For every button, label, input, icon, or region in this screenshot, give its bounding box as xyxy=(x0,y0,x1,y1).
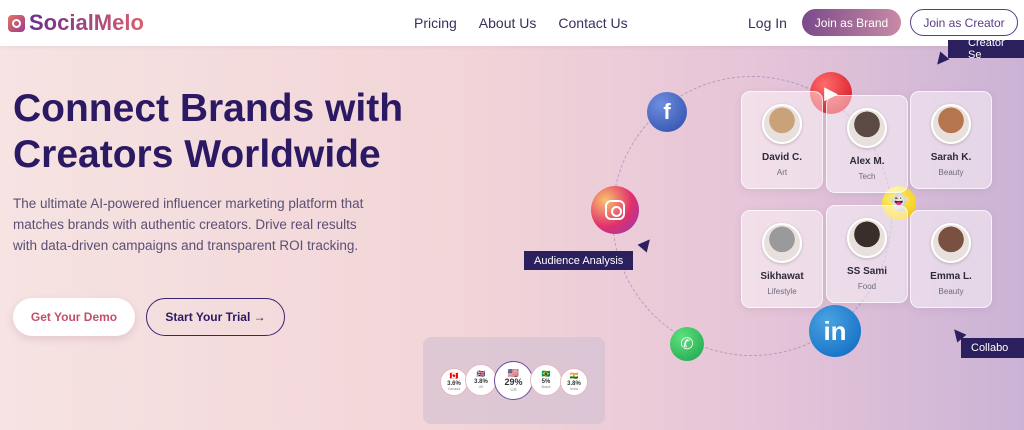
avatar xyxy=(847,108,887,148)
nav-links: Pricing About Us Contact Us xyxy=(414,15,628,31)
creator-card[interactable]: Sarah K. Beauty xyxy=(910,91,992,189)
flag-icon: 🇬🇧 xyxy=(476,371,486,378)
avatar xyxy=(762,104,802,144)
avatar xyxy=(931,223,971,263)
hero-description: The ultimate AI-powered influencer marke… xyxy=(13,196,364,253)
login-link[interactable]: Log In xyxy=(748,15,787,31)
collaboration-tag: Collabo xyxy=(961,338,1024,358)
get-demo-button[interactable]: Get Your Demo xyxy=(13,298,135,336)
creator-name: SS Sami xyxy=(846,266,888,277)
country-stat: 🇮🇳 3.8% India xyxy=(560,368,588,396)
flag-icon: 🇮🇳 xyxy=(569,373,579,380)
country-label: UK xyxy=(478,385,484,389)
avatar xyxy=(762,223,802,263)
creator-card[interactable]: David C. Art xyxy=(741,91,823,189)
flag-icon: 🇺🇸 xyxy=(507,368,520,378)
avatar xyxy=(847,218,887,258)
country-percent: 29% xyxy=(504,377,523,387)
creator-search-tag: Creator Se xyxy=(948,37,1024,61)
hero-title: Connect Brands with Creators Worldwide xyxy=(13,87,404,176)
audience-analysis-tag: Audience Analysis xyxy=(524,251,634,270)
creator-name: Alex M. xyxy=(849,156,885,167)
creator-name: Sikhawat xyxy=(760,271,804,282)
creator-category: Lifestyle xyxy=(767,287,797,296)
creator-card[interactable]: Alex M. Tech xyxy=(826,95,908,193)
country-stat: 🇨🇦 3.6% Canada xyxy=(440,368,468,396)
country-label: India xyxy=(570,387,578,391)
nav-link-pricing[interactable]: Pricing xyxy=(414,15,457,31)
nav-link-contact[interactable]: Contact Us xyxy=(558,15,627,31)
country-stat: 🇬🇧 3.8% UK xyxy=(465,364,497,396)
creator-card[interactable]: SS Sami Food xyxy=(826,205,908,303)
creator-category: Beauty xyxy=(938,168,964,177)
linkedin-icon: in xyxy=(809,305,861,357)
creator-name: Sarah K. xyxy=(930,152,972,163)
join-brand-button[interactable]: Join as Brand xyxy=(802,9,901,36)
join-creator-button[interactable]: Join as Creator xyxy=(910,9,1018,36)
creator-card[interactable]: Sikhawat Lifestyle xyxy=(741,210,823,308)
avatar xyxy=(931,104,971,144)
creator-category: Beauty xyxy=(938,287,964,296)
country-label: Canada xyxy=(447,387,461,391)
country-label: Brazil xyxy=(541,385,551,389)
creator-name: Emma L. xyxy=(930,271,972,282)
pointer-arrow-icon xyxy=(932,51,950,69)
creator-category: Tech xyxy=(858,172,876,181)
logo-text: SocialMelo xyxy=(29,10,144,35)
creator-name: David C. xyxy=(761,152,802,163)
creator-category: Art xyxy=(776,168,788,177)
logo[interactable]: SocialMelo xyxy=(8,10,144,36)
country-label: US xyxy=(510,387,517,392)
flag-icon: 🇨🇦 xyxy=(449,373,459,380)
creator-category: Food xyxy=(857,282,877,291)
whatsapp-icon: ✆ xyxy=(670,327,704,361)
instagram-icon xyxy=(591,186,639,234)
flag-icon: 🇧🇷 xyxy=(541,371,551,378)
start-trial-button[interactable]: Start Your Trial → xyxy=(146,298,285,336)
nav-link-about[interactable]: About Us xyxy=(479,15,537,31)
facebook-icon: f xyxy=(647,92,687,132)
country-stat: 🇺🇸 29% US xyxy=(494,361,533,400)
country-stat: 🇧🇷 5% Brazil xyxy=(530,364,562,396)
creator-card[interactable]: Emma L. Beauty xyxy=(910,210,992,308)
top-navbar: SocialMelo Pricing About Us Contact Us L… xyxy=(0,0,1024,46)
logo-icon xyxy=(8,14,25,32)
